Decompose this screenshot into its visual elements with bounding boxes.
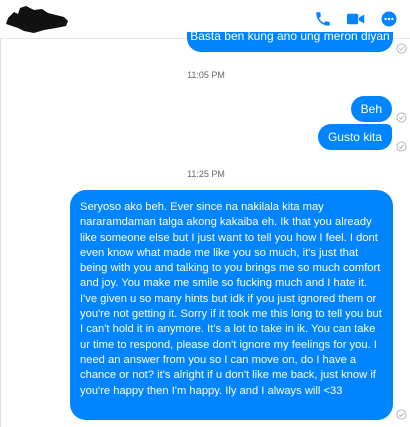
message-thread[interactable]: Basta ben kung ano ung meron diyan 11:05… <box>0 29 410 427</box>
message-timestamp: 11:05 PM <box>187 70 225 80</box>
video-camera-icon[interactable] <box>346 10 365 28</box>
message-text: Seryoso ako beh. Ever since na nakilala … <box>80 201 382 397</box>
delivered-check-icon <box>396 409 407 420</box>
delivered-check-icon <box>396 141 407 152</box>
phone-icon[interactable] <box>314 10 332 28</box>
message-bubble-sent[interactable]: Basta ben kung ano ung meron diyan <box>187 29 393 52</box>
message-timestamp: 11:25 PM <box>187 169 225 179</box>
redacted-avatar <box>6 6 68 33</box>
message-text: Beh <box>360 102 382 116</box>
message-bubble-sent[interactable]: Seryoso ako beh. Ever since na nakilala … <box>70 190 393 420</box>
delivered-check-icon <box>396 43 407 54</box>
delivered-check-icon <box>396 112 407 123</box>
info-icon[interactable] <box>380 10 398 28</box>
message-text: Basta ben kung ano ung meron diyan <box>190 29 390 43</box>
message-text: Gusto kita <box>327 130 382 144</box>
message-bubble-sent[interactable]: Beh <box>350 96 392 122</box>
message-bubble-sent[interactable]: Gusto kita <box>317 124 392 150</box>
